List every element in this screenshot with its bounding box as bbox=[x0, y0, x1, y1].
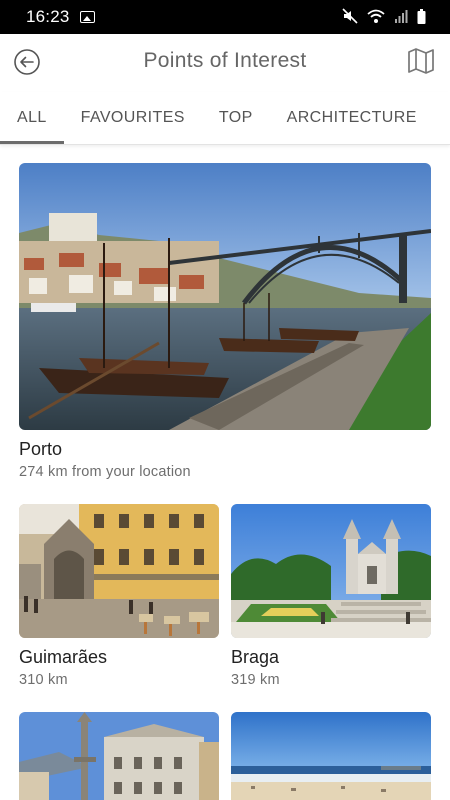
place-name: Porto bbox=[19, 439, 63, 459]
place-card-braga[interactable]: Braga 319 km bbox=[231, 504, 431, 694]
tab-top[interactable]: TOP bbox=[202, 92, 270, 144]
place-image-partial-left bbox=[19, 712, 219, 800]
category-tab-bar: ALL FAVOURITES TOP ARCHITECTURE BA bbox=[0, 92, 450, 145]
place-card-partial-left[interactable] bbox=[19, 712, 219, 800]
app-header: Points of Interest bbox=[0, 34, 450, 92]
place-name: Braga bbox=[231, 647, 280, 667]
place-card-partial-right[interactable] bbox=[231, 712, 431, 800]
status-icons bbox=[342, 8, 426, 24]
tab-architecture[interactable]: ARCHITECTURE bbox=[270, 92, 434, 144]
map-view-button[interactable] bbox=[406, 46, 436, 76]
signal-icon bbox=[395, 10, 408, 23]
tab-all[interactable]: ALL bbox=[0, 92, 64, 144]
tab-favourites[interactable]: FAVOURITES bbox=[64, 92, 202, 144]
place-image-braga bbox=[231, 504, 431, 638]
places-list: Porto 274 km from your location Guimarãe… bbox=[0, 145, 450, 800]
tab-partial[interactable]: BA bbox=[434, 92, 450, 144]
place-card-porto[interactable]: Porto 274 km from your location bbox=[19, 163, 431, 483]
mute-icon bbox=[342, 8, 358, 24]
page-title: Points of Interest bbox=[143, 49, 307, 72]
status-time: 16:23 bbox=[26, 7, 70, 26]
place-image-guimaraes bbox=[19, 504, 219, 638]
place-distance: 319 km bbox=[231, 672, 280, 688]
place-distance: 274 km from your location bbox=[19, 464, 191, 480]
place-image-porto bbox=[19, 163, 431, 430]
place-image-partial-right bbox=[231, 712, 431, 800]
place-distance: 310 km bbox=[19, 672, 68, 688]
status-bar: 16:23 bbox=[0, 0, 450, 34]
image-notification-icon bbox=[79, 11, 95, 23]
map-icon bbox=[408, 48, 434, 74]
wifi-icon bbox=[367, 9, 385, 23]
place-name: Guimarães bbox=[19, 647, 108, 667]
place-card-guimaraes[interactable]: Guimarães 310 km bbox=[19, 504, 219, 694]
battery-icon bbox=[417, 8, 426, 24]
